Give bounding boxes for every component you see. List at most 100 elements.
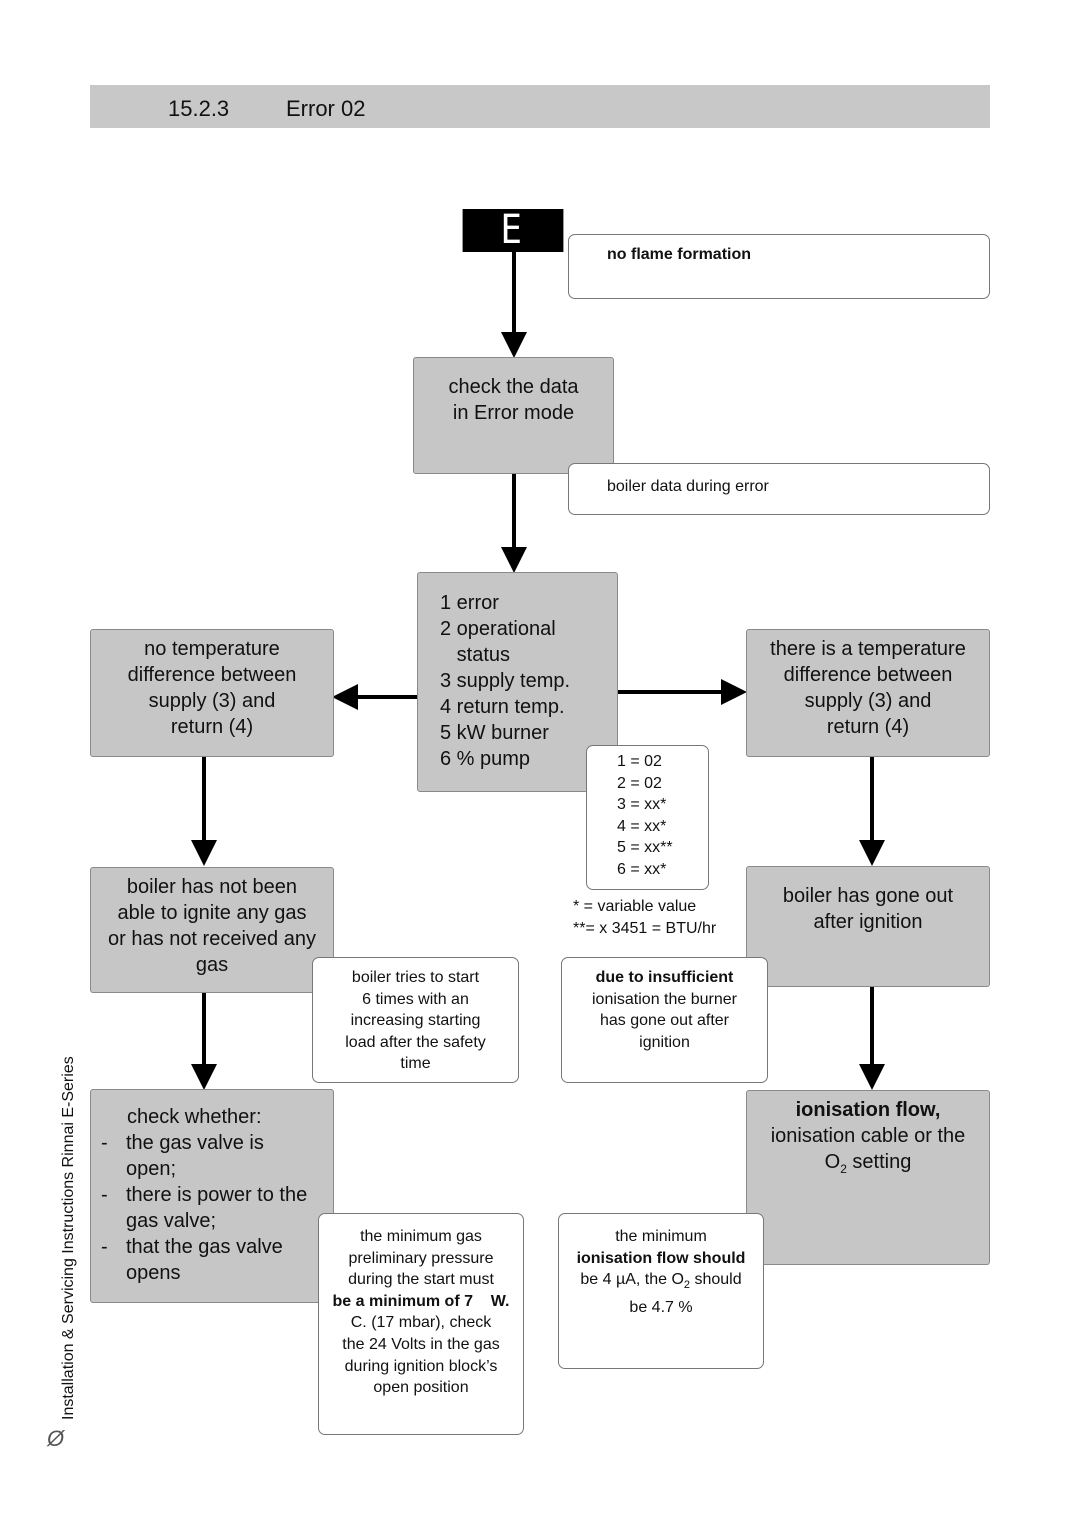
text-line: the 24 Volts in the gas [342, 1335, 500, 1353]
connector [358, 695, 417, 699]
check-item: gas valve; [101, 1208, 313, 1234]
text-line: boiler has not been [126, 876, 298, 898]
note-text: no flame formation [607, 246, 752, 263]
box-temp-difference: there is a temperature difference betwee… [746, 629, 990, 757]
note-gas-pressure: the minimum gas preliminary pressure dur… [318, 1213, 524, 1435]
text: the gas valve is [126, 1132, 264, 1154]
box-no-temp-difference: no temperature difference between supply… [90, 629, 334, 757]
text-line: ionisation the burner [592, 990, 737, 1008]
text-line: difference between [127, 664, 297, 686]
text: should [690, 1271, 742, 1289]
text-line: be 4 µA, the O2 should [559, 1269, 763, 1297]
text-line: increasing starting [350, 1012, 481, 1030]
note-no-flame: no flame formation [568, 234, 990, 299]
text-line: has gone out after [600, 1012, 729, 1030]
text-line: C. (17 mbar), check [350, 1314, 492, 1332]
dash [101, 1208, 126, 1234]
value-line: 1 = 02 [617, 753, 662, 770]
text: gas valve; [126, 1210, 217, 1232]
text-line: after ignition [813, 911, 923, 933]
text-line: able to ignite any gas [117, 902, 307, 924]
list-item: 3 supply temp. [440, 670, 571, 692]
connector [512, 474, 516, 548]
text: that the gas valve [126, 1236, 283, 1258]
text-line: O2 setting [747, 1149, 989, 1182]
box-gone-out: boiler has gone out after ignition [746, 866, 990, 987]
page: 15.2.3 Error 02 E 02 no flame formation … [0, 0, 1080, 1527]
check-item: open; [101, 1156, 313, 1182]
value-line: 5 = xx** [617, 839, 673, 857]
list-item: 5 kW burner [440, 722, 549, 744]
text-line: difference between [783, 664, 953, 686]
text: open; [126, 1158, 177, 1180]
subscript: 2 [840, 1162, 847, 1176]
footnote: **= x 3451 = BTU/hr [573, 920, 717, 937]
text-line: during the start must [348, 1271, 494, 1289]
logo-icon: Ø [47, 1426, 65, 1451]
text-line: open position [373, 1379, 469, 1397]
arrow-left-icon [332, 684, 358, 710]
text-line: be a minimum of 7 W. [332, 1292, 510, 1310]
note-tries-start: boiler tries to start 6 times with an in… [312, 957, 519, 1083]
check-item: - there is power to the [101, 1182, 313, 1208]
arrow-down-icon [859, 840, 885, 866]
value-line: 4 = xx* [617, 817, 667, 835]
text-line: check the data [448, 376, 579, 398]
dash: - [101, 1236, 108, 1258]
note-values: 1 = 02 2 = 02 3 = xx* 4 = xx* 5 = xx** 6… [586, 745, 709, 890]
text-line: ionisation cable or the [770, 1125, 966, 1147]
text-line: time [400, 1055, 431, 1073]
text: O [824, 1151, 841, 1173]
text-line: return (4) [170, 716, 254, 738]
section-title: Error 02 [286, 96, 366, 121]
arrow-right-icon [721, 679, 747, 705]
connector [618, 690, 722, 694]
text-line: or has not received any [108, 928, 316, 950]
text-line: return (4) [826, 716, 910, 738]
arrow-down-icon [501, 547, 527, 573]
text: opens [126, 1262, 181, 1284]
box-check-whether: check whether: - the gas valve is open; -… [90, 1089, 334, 1303]
note-boiler-data: boiler data during error [568, 463, 990, 515]
list-item: 2 operational [440, 618, 556, 640]
arrow-down-icon [501, 332, 527, 358]
box-check-data: check the data in Error mode [413, 357, 614, 474]
section-number: 15.2.3 [168, 96, 230, 121]
value-line: 6 = xx* [617, 860, 667, 878]
dash [101, 1260, 126, 1286]
text-line: load after the safety [345, 1033, 486, 1051]
footnotes: * = variable value **= x 3451 = BTU/hr [573, 896, 716, 940]
value-line: 2 = 02 [617, 774, 662, 792]
arrow-down-icon [191, 1064, 217, 1090]
list-item: 4 return temp. [440, 696, 565, 718]
list-item: status [440, 644, 511, 666]
box-ionisation: ionisation flow, ionisation cable or the… [746, 1090, 990, 1265]
text-line: no temperature [144, 638, 280, 660]
dash: - [101, 1132, 108, 1154]
sidebar-title: Installation & Servicing Instructions Ri… [60, 1056, 77, 1420]
text-line: boiler has gone out [782, 885, 954, 907]
text-line: ionisation flow, [795, 1099, 941, 1121]
text-line: due to insufficient [595, 969, 734, 986]
text-line: ignition [639, 1033, 690, 1051]
note-ionisation-min: the minimum ionisation flow should be 4 … [558, 1213, 764, 1369]
connector [870, 757, 874, 841]
note-insufficient-ionisation: due to insufficient ionisation the burne… [561, 957, 768, 1083]
text-line: gas [195, 954, 229, 976]
connector [870, 987, 874, 1065]
value-line: 3 = xx* [617, 796, 667, 814]
text-line: there is a temperature [770, 638, 966, 660]
text-line: boiler tries to start [351, 969, 480, 986]
dash: - [101, 1184, 108, 1206]
arrow-down-icon [191, 840, 217, 866]
section-header: 15.2.3 Error 02 [90, 85, 990, 128]
box-not-ignited: boiler has not been able to ignite any g… [90, 867, 334, 993]
text-line: during ignition block’s [344, 1357, 498, 1375]
text-line: the minimum gas [360, 1228, 482, 1245]
footnote: * = variable value [573, 898, 697, 915]
text: be 4 µA, the O [580, 1271, 684, 1289]
connector [202, 757, 206, 841]
arrow-down-icon [859, 1064, 885, 1090]
text-line: 6 times with an [362, 990, 469, 1008]
text-line: preliminary pressure [348, 1249, 494, 1267]
